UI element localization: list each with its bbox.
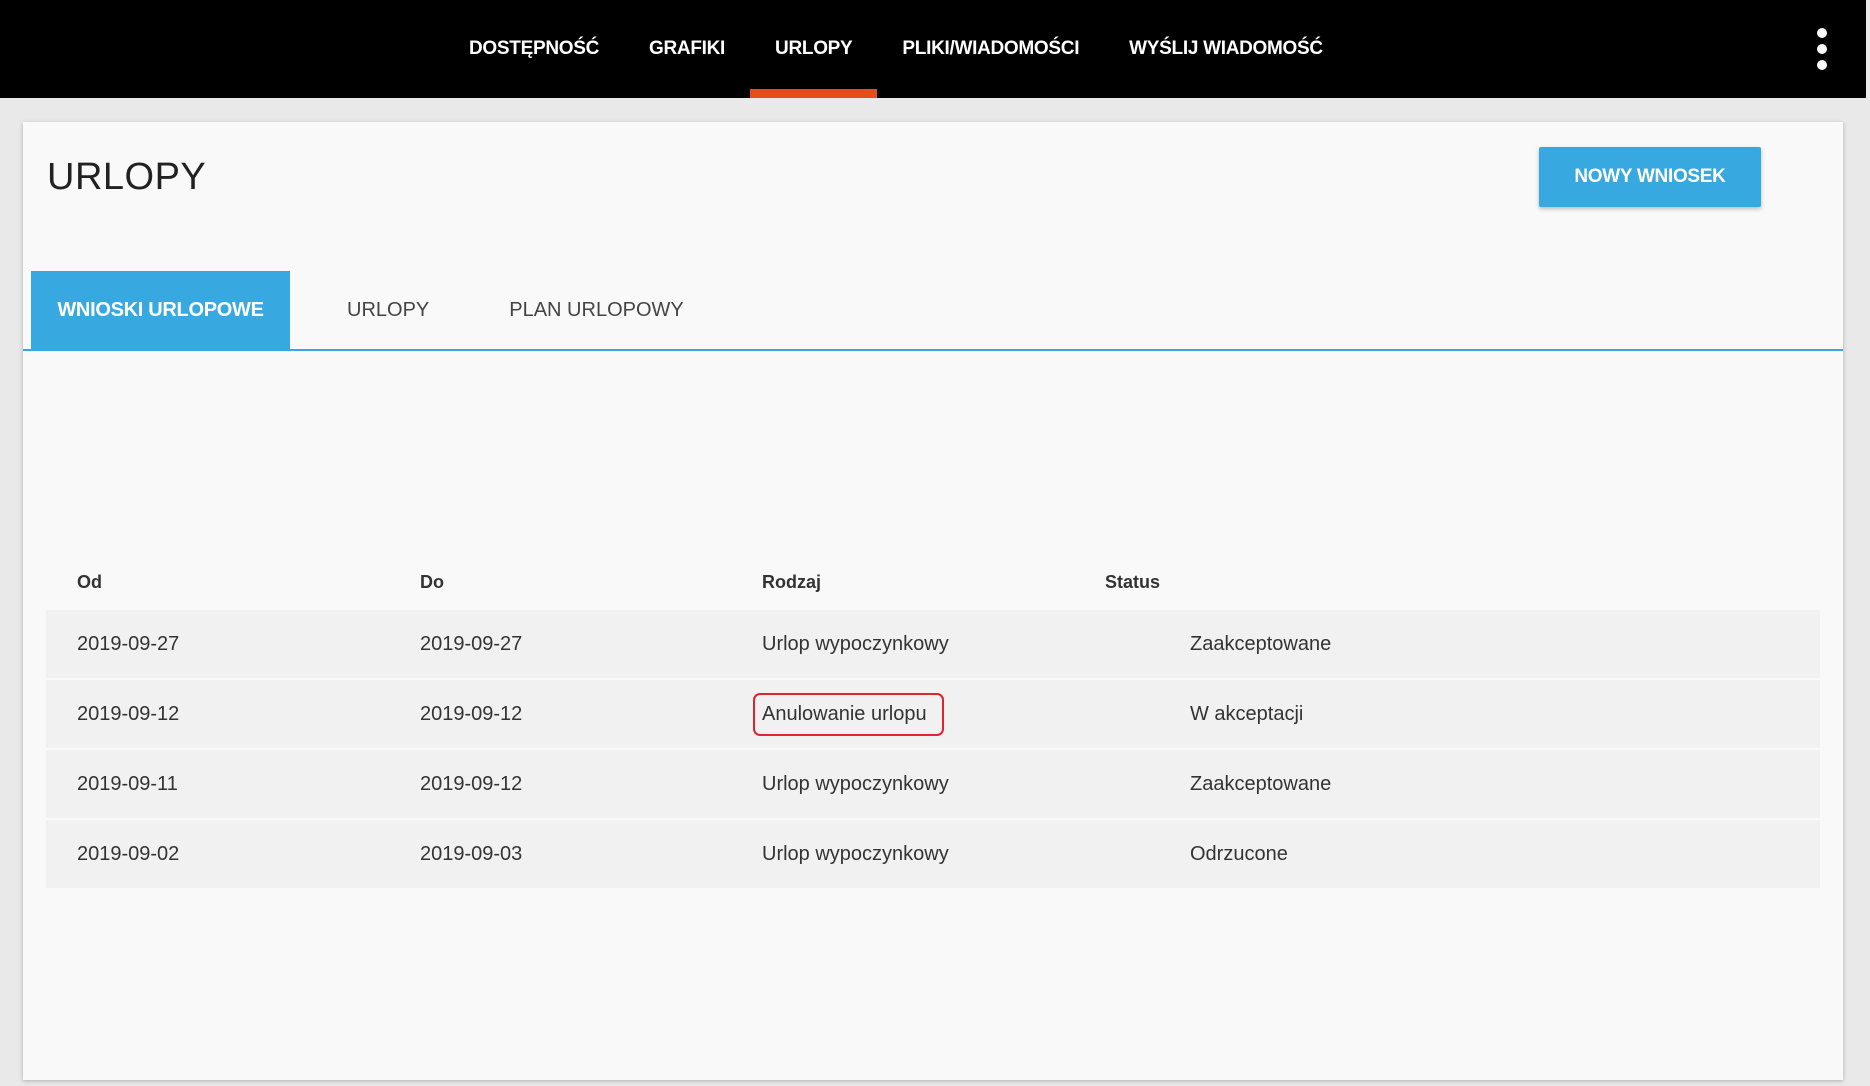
nav-item-urlopy[interactable]: URLOPY (750, 0, 878, 98)
kebab-menu-icon[interactable] (1816, 28, 1828, 70)
cell-from: 2019-09-12 (77, 702, 180, 725)
cell-type: Urlop wypoczynkowy (762, 632, 949, 655)
tab-wnioski-urlopowe[interactable]: WNIOSKI URLOPOWE (31, 271, 290, 349)
nav-item-pliki-wiadomosci[interactable]: PLIKI/WIADOMOŚCI (877, 0, 1104, 98)
table-header: Od Do Rodzaj Status (46, 562, 1820, 602)
tabs-underline (23, 349, 1843, 351)
cell-type: Urlop wypoczynkowy (762, 842, 949, 865)
kebab-dot (1817, 60, 1827, 70)
cell-to: 2019-09-12 (420, 772, 523, 795)
cell-to: 2019-09-27 (420, 632, 523, 655)
cell-from: 2019-09-02 (77, 842, 180, 865)
table-row[interactable]: 2019-09-02 2019-09-03 Urlop wypoczynkowy… (46, 820, 1820, 888)
page-title: URLOPY (47, 156, 207, 198)
nav-item-dostepnosc[interactable]: DOSTĘPNOŚĆ (444, 0, 624, 98)
table-body: 2019-09-27 2019-09-27 Urlop wypoczynkowy… (46, 610, 1820, 888)
cell-from: 2019-09-27 (77, 632, 180, 655)
tab-urlopy[interactable]: URLOPY (290, 271, 469, 349)
table-row[interactable]: 2019-09-11 2019-09-12 Urlop wypoczynkowy… (46, 750, 1820, 818)
new-request-button[interactable]: NOWY WNIOSEK (1539, 147, 1761, 207)
kebab-dot (1817, 44, 1827, 54)
column-header-status: Status (1105, 571, 1161, 592)
nav-item-wyslij-wiadomosc[interactable]: WYŚLIJ WIADOMOŚĆ (1104, 0, 1348, 98)
table-row[interactable]: 2019-09-27 2019-09-27 Urlop wypoczynkowy… (46, 610, 1820, 678)
kebab-dot (1817, 28, 1827, 38)
cell-from: 2019-09-11 (77, 772, 178, 795)
leave-requests-table: Od Do Rodzaj Status 2019-09-27 2019-09-2… (46, 562, 1820, 890)
cell-status: Zaakceptowane (1190, 772, 1332, 795)
cell-status: W akceptacji (1190, 702, 1304, 725)
column-header-rodzaj: Rodzaj (762, 571, 822, 592)
cell-to: 2019-09-03 (420, 842, 523, 865)
tab-plan-urlopowy[interactable]: PLAN URLOPOWY (469, 271, 723, 349)
highlighted-type-annotation: Anulowanie urlopu (753, 692, 944, 736)
column-header-do: Do (420, 571, 444, 592)
tab-bar: WNIOSKI URLOPOWE URLOPY PLAN URLOPOWY (31, 271, 724, 349)
table-row[interactable]: 2019-09-12 2019-09-12 Anulowanie urlopu … (46, 680, 1820, 748)
column-header-od: Od (77, 571, 102, 592)
cell-status: Odrzucone (1190, 842, 1288, 865)
cell-status: Zaakceptowane (1190, 632, 1332, 655)
cell-type: Urlop wypoczynkowy (762, 772, 949, 795)
cell-to: 2019-09-12 (420, 702, 523, 725)
top-navigation-bar: DOSTĘPNOŚĆ GRAFIKI URLOPY PLIKI/WIADOMOŚ… (0, 0, 1866, 98)
main-card: URLOPY NOWY WNIOSEK WNIOSKI URLOPOWE URL… (23, 122, 1843, 1080)
nav-item-grafiki[interactable]: GRAFIKI (624, 0, 750, 98)
main-nav: DOSTĘPNOŚĆ GRAFIKI URLOPY PLIKI/WIADOMOŚ… (444, 0, 1348, 98)
cell-type: Anulowanie urlopu (731, 692, 1074, 736)
